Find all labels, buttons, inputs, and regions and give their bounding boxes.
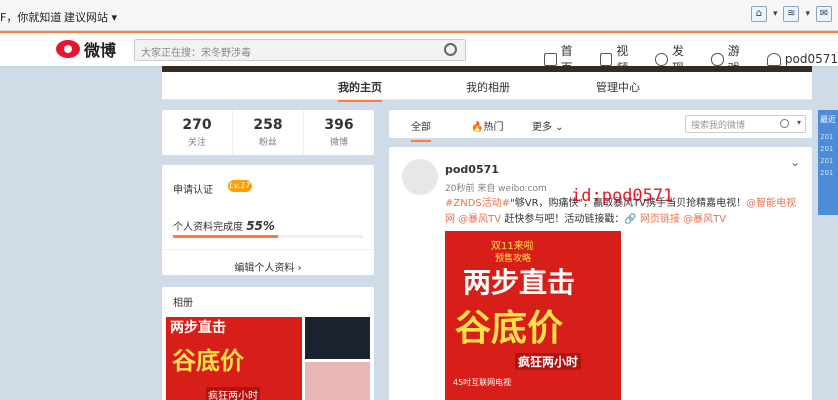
avatar[interactable] xyxy=(402,159,438,195)
timeline-year[interactable]: 201 xyxy=(818,165,838,177)
timeline-year[interactable]: 201 xyxy=(818,153,838,165)
stats-card: 270 关注 258 粉丝 396 微博 xyxy=(162,110,374,155)
timeline-head[interactable]: 最近 xyxy=(818,110,838,129)
edit-profile-link[interactable]: 编辑个人资料 › xyxy=(162,249,374,274)
feed-search[interactable]: 搜索我的微博 ▾ xyxy=(685,115,806,133)
search-icon[interactable] xyxy=(780,119,789,128)
web-link[interactable]: 🔗 网页链接 @暴风TV xyxy=(624,214,726,225)
stat-posts[interactable]: 396 微博 xyxy=(304,110,374,155)
album-thumb[interactable] xyxy=(305,317,370,359)
weibo-header: 微博 大家正在搜：宋冬野涉毒 首页 视频 发现 游戏 pod0571 xyxy=(0,31,838,75)
timeline-year[interactable]: 201 xyxy=(818,129,838,141)
apply-verify[interactable]: 申请认证 xyxy=(173,181,213,196)
feed-tabs: 全部 🔥热门 更多 ⌄ 搜索我的微博 ▾ xyxy=(389,110,812,142)
mail-icon[interactable]: ✉ xyxy=(816,6,832,22)
chevron-down-icon[interactable]: ▾ xyxy=(797,118,801,127)
post-image[interactable]: 双11来啦 预售攻略 两步直击 谷底价 疯狂两小时 45吋互联网电视 xyxy=(445,231,621,400)
tab-album[interactable]: 我的相册 xyxy=(466,79,510,95)
timeline-sidebar: 最近 201 201 201 201 xyxy=(818,110,838,215)
profile-card: 申请认证 Lv.17 个人资料完成度 55% 编辑个人资料 › xyxy=(162,165,374,275)
completion-label: 个人资料完成度 55% xyxy=(173,219,275,233)
weibo-eye-icon xyxy=(56,40,80,58)
completion-bar-fill xyxy=(173,235,278,238)
rss-icon[interactable]: ≋ xyxy=(783,6,800,22)
feed-search-input[interactable]: 搜索我的微博 xyxy=(691,118,745,131)
compass-icon xyxy=(655,52,668,66)
stat-following[interactable]: 270 关注 xyxy=(162,110,233,155)
browser-icons: ⌂ ▾ ≋ ▾ ✉ xyxy=(750,6,832,22)
tab-manage[interactable]: 管理中心 xyxy=(596,79,640,95)
album-thumb[interactable]: 两步直击 谷底价 疯狂两小时 xyxy=(166,317,302,400)
favorites-item[interactable]: F，你就知道 xyxy=(0,9,61,25)
tab-more[interactable]: 更多 ⌄ xyxy=(532,118,564,133)
chevron-down-icon[interactable]: ▾ xyxy=(773,9,778,19)
completion-value: 55% xyxy=(246,219,275,233)
home-icon xyxy=(544,52,557,66)
tab-home[interactable]: 我的主页 xyxy=(338,79,382,102)
suggested-sites[interactable]: 建议网站 ▾ xyxy=(64,9,117,25)
album-title: 相册 xyxy=(173,298,193,309)
tab-all[interactable]: 全部 xyxy=(411,118,431,142)
watermark: id:pod0571 xyxy=(571,186,674,206)
browser-toolbar: F，你就知道 建议网站 ▾ ⌂ ▾ ≋ ▾ ✉ xyxy=(0,0,838,31)
album-card: 相册 两步直击 谷底价 疯狂两小时 xyxy=(162,287,374,400)
search-icon[interactable] xyxy=(444,43,457,56)
chevron-down-icon[interactable]: ▾ xyxy=(805,9,810,19)
search-box[interactable]: 大家正在搜：宋冬野涉毒 xyxy=(134,39,466,61)
level-badge[interactable]: Lv.17 xyxy=(228,180,252,192)
weibo-post: pod0571 20秒前 来自 weibo.com ⌄ #ZNDS活动#"够VR… xyxy=(389,147,812,400)
gamepad-icon xyxy=(711,52,724,66)
profile-tabs: 我的主页 我的相册 管理中心 xyxy=(162,72,812,102)
video-icon xyxy=(599,52,613,66)
search-input[interactable]: 大家正在搜：宋冬野涉毒 xyxy=(141,44,251,59)
completion-bar xyxy=(173,235,363,238)
stat-followers[interactable]: 258 粉丝 xyxy=(233,110,304,155)
weibo-logo[interactable]: 微博 xyxy=(56,37,116,61)
post-meta: 20秒前 来自 weibo.com xyxy=(445,184,547,194)
hashtag-link[interactable]: #ZNDS活动# xyxy=(445,198,510,209)
post-author[interactable]: pod0571 xyxy=(445,163,499,176)
timeline-year[interactable]: 201 xyxy=(818,141,838,153)
album-thumb[interactable] xyxy=(305,362,370,400)
home-icon[interactable]: ⌂ xyxy=(750,6,767,22)
user-icon xyxy=(766,52,781,66)
chevron-down-icon[interactable]: ⌄ xyxy=(790,155,800,169)
logo-text: 微博 xyxy=(84,41,117,60)
tab-hot[interactable]: 🔥热门 xyxy=(471,118,503,133)
